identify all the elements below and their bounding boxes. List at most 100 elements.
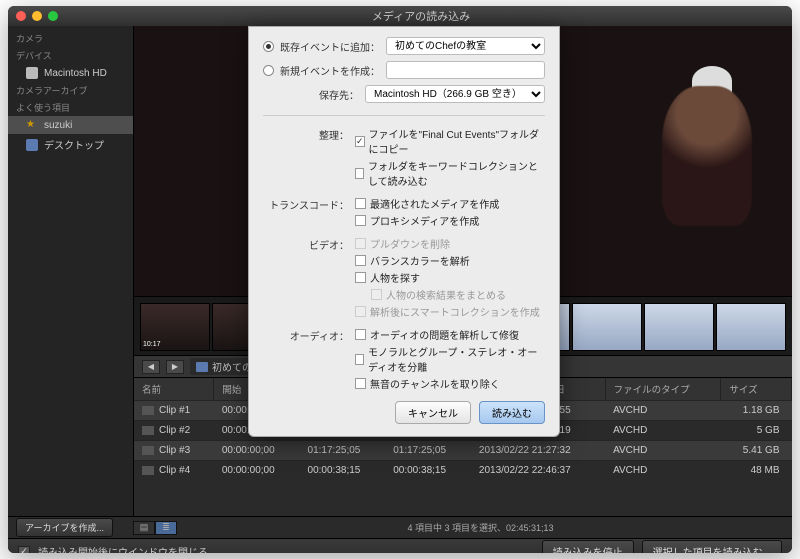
cancel-button[interactable]: キャンセル <box>395 401 471 424</box>
desktop-icon <box>26 139 38 151</box>
option-checkbox[interactable]: フォルダをキーワードコレクションとして読み込む <box>355 158 545 188</box>
nav-back-button[interactable]: ◀ <box>142 360 160 374</box>
existing-event-select[interactable]: 初めてのChefの教室 <box>386 37 545 55</box>
table-row[interactable]: Clip #300:00:00;0001:17:25;0501:17:25;05… <box>134 441 792 461</box>
close-icon[interactable] <box>16 11 26 21</box>
radio-new-event[interactable] <box>263 65 274 76</box>
view-filmstrip-button[interactable]: ▤ <box>133 521 155 535</box>
checkbox-icon: ✓ <box>355 136 365 147</box>
option-checkbox[interactable]: オーディオの問題を解析して修復 <box>355 327 545 342</box>
option-label: 無音のチャンネルを取り除く <box>370 376 500 391</box>
radio-existing-label: 既存イベントに追加： <box>280 39 380 54</box>
folder-icon <box>196 362 208 372</box>
filmstrip-thumb[interactable] <box>644 303 714 351</box>
import-options-sheet: 既存イベントに追加： 初めてのChefの教室 新規イベントを作成： 保存先： M… <box>248 26 560 437</box>
new-event-input[interactable] <box>386 61 545 79</box>
divider <box>263 115 545 116</box>
option-checkbox[interactable]: 最適化されたメディアを作成 <box>355 196 545 211</box>
option-label: 人物を探す <box>370 270 420 285</box>
sidebar-item-label: デスクトップ <box>44 137 104 152</box>
import-button[interactable]: 読み込む <box>479 401 545 424</box>
status-text: 4 項目中 3 項目を選択、02:45:31;13 <box>177 521 784 534</box>
sidebar-item-label: Macintosh HD <box>44 68 107 79</box>
filmstrip-thumb[interactable]: 10:17 <box>140 303 210 351</box>
checkbox-icon <box>355 306 366 317</box>
toolbar-bottom: アーカイブを作成... ▤ ≣ 4 項目中 3 項目を選択、02:45:31;1… <box>8 516 792 538</box>
option-checkbox[interactable]: バランスカラーを解析 <box>355 253 545 268</box>
footer-bar: ✓ 読み込み開始後にウインドウを閉じる 読み込みを停止 選択した項目を読み込む.… <box>8 538 792 553</box>
clip-icon <box>142 466 154 475</box>
sidebar-item-desktop[interactable]: デスクトップ <box>8 134 133 155</box>
preview-image <box>662 86 752 226</box>
window-controls <box>16 11 58 21</box>
filmstrip-thumb[interactable] <box>716 303 786 351</box>
col-type[interactable]: ファイルのタイプ <box>605 378 721 401</box>
checkbox-icon <box>355 215 366 226</box>
option-label: プルダウンを削除 <box>370 236 450 251</box>
nav-forward-button[interactable]: ▶ <box>166 360 184 374</box>
option-label: プロキシメディアを作成 <box>370 213 479 228</box>
view-mode-segment: ▤ ≣ <box>133 521 177 535</box>
option-label: 最適化されたメディアを作成 <box>370 196 499 211</box>
option-checkbox[interactable]: 人物を探す <box>355 270 545 285</box>
checkbox-icon <box>355 255 366 266</box>
section-video-label: ビデオ： <box>263 236 349 252</box>
section-audio-label: オーディオ： <box>263 327 349 343</box>
filmstrip-thumb[interactable] <box>572 303 642 351</box>
clip-icon <box>142 446 154 455</box>
sidebar-section-favorites: よく使う項目 <box>8 99 133 116</box>
checkbox-icon <box>371 289 382 300</box>
option-checkbox[interactable]: ✓ ファイルを"Final Cut Events"フォルダにコピー <box>355 126 545 156</box>
checkbox-icon <box>355 378 366 389</box>
checkbox-icon <box>355 238 366 249</box>
save-dest-label: 保存先： <box>263 87 359 102</box>
save-dest-select[interactable]: Macintosh HD（266.9 GB 空き） <box>365 85 545 103</box>
zoom-icon[interactable] <box>48 11 58 21</box>
col-name[interactable]: 名前 <box>134 378 214 401</box>
window-title: メディアの読み込み <box>58 8 784 24</box>
sidebar-section-devices: デバイス <box>8 47 133 64</box>
option-checkbox[interactable]: 無音のチャンネルを取り除く <box>355 376 545 391</box>
sidebar-section-camera: カメラ <box>8 30 133 47</box>
close-after-label: 読み込み開始後にウインドウを閉じる <box>38 544 208 553</box>
checkbox-icon <box>355 198 366 209</box>
sidebar-item-label: suzuki <box>44 120 72 131</box>
titlebar: メディアの読み込み <box>8 6 792 26</box>
option-checkbox[interactable]: モノラルとグループ・ステレオ・オーディオを分離 <box>355 344 545 374</box>
thumb-badge: 10:17 <box>143 341 161 348</box>
option-checkbox: プルダウンを削除 <box>355 236 545 251</box>
import-selected-button[interactable]: 選択した項目を読み込む... <box>642 540 782 553</box>
option-label: ファイルを"Final Cut Events"フォルダにコピー <box>369 126 545 156</box>
option-label: モノラルとグループ・ステレオ・オーディオを分離 <box>368 344 545 374</box>
table-row[interactable]: Clip #400:00:00;0000:00:38;1500:00:38;15… <box>134 461 792 481</box>
checkbox-icon <box>355 272 366 283</box>
create-archive-button[interactable]: アーカイブを作成... <box>16 518 113 537</box>
option-checkbox: 解析後にスマートコレクションを作成 <box>355 304 545 319</box>
checkbox-icon <box>355 168 364 179</box>
option-label: フォルダをキーワードコレクションとして読み込む <box>368 158 545 188</box>
clip-icon <box>142 426 154 435</box>
hdd-icon <box>26 67 38 79</box>
view-list-button[interactable]: ≣ <box>155 521 177 535</box>
radio-existing-event[interactable] <box>263 41 274 52</box>
checkbox-icon <box>355 329 366 340</box>
option-label: 人物の検索結果をまとめる <box>386 287 506 302</box>
col-size[interactable]: サイズ <box>721 378 792 401</box>
radio-new-label: 新規イベントを作成： <box>280 63 380 78</box>
section-transcode-label: トランスコード： <box>263 196 349 212</box>
option-label: オーディオの問題を解析して修復 <box>370 327 519 342</box>
sidebar-item-macintosh-hd[interactable]: Macintosh HD <box>8 64 133 82</box>
sidebar-section-archives: カメラアーカイブ <box>8 82 133 99</box>
option-label: 解析後にスマートコレクションを作成 <box>370 304 540 319</box>
checkbox-icon <box>355 354 364 365</box>
sidebar: カメラ デバイス Macintosh HD カメラアーカイブ よく使う項目 ★ … <box>8 26 134 516</box>
option-checkbox: 人物の検索結果をまとめる <box>371 287 545 302</box>
minimize-icon[interactable] <box>32 11 42 21</box>
stop-import-button[interactable]: 読み込みを停止 <box>542 540 634 553</box>
clip-icon <box>142 406 154 415</box>
close-after-checkbox[interactable]: ✓ <box>18 546 30 554</box>
section-organize-label: 整理： <box>263 126 349 142</box>
star-icon: ★ <box>26 119 38 131</box>
option-checkbox[interactable]: プロキシメディアを作成 <box>355 213 545 228</box>
sidebar-item-suzuki[interactable]: ★ suzuki <box>8 116 133 134</box>
